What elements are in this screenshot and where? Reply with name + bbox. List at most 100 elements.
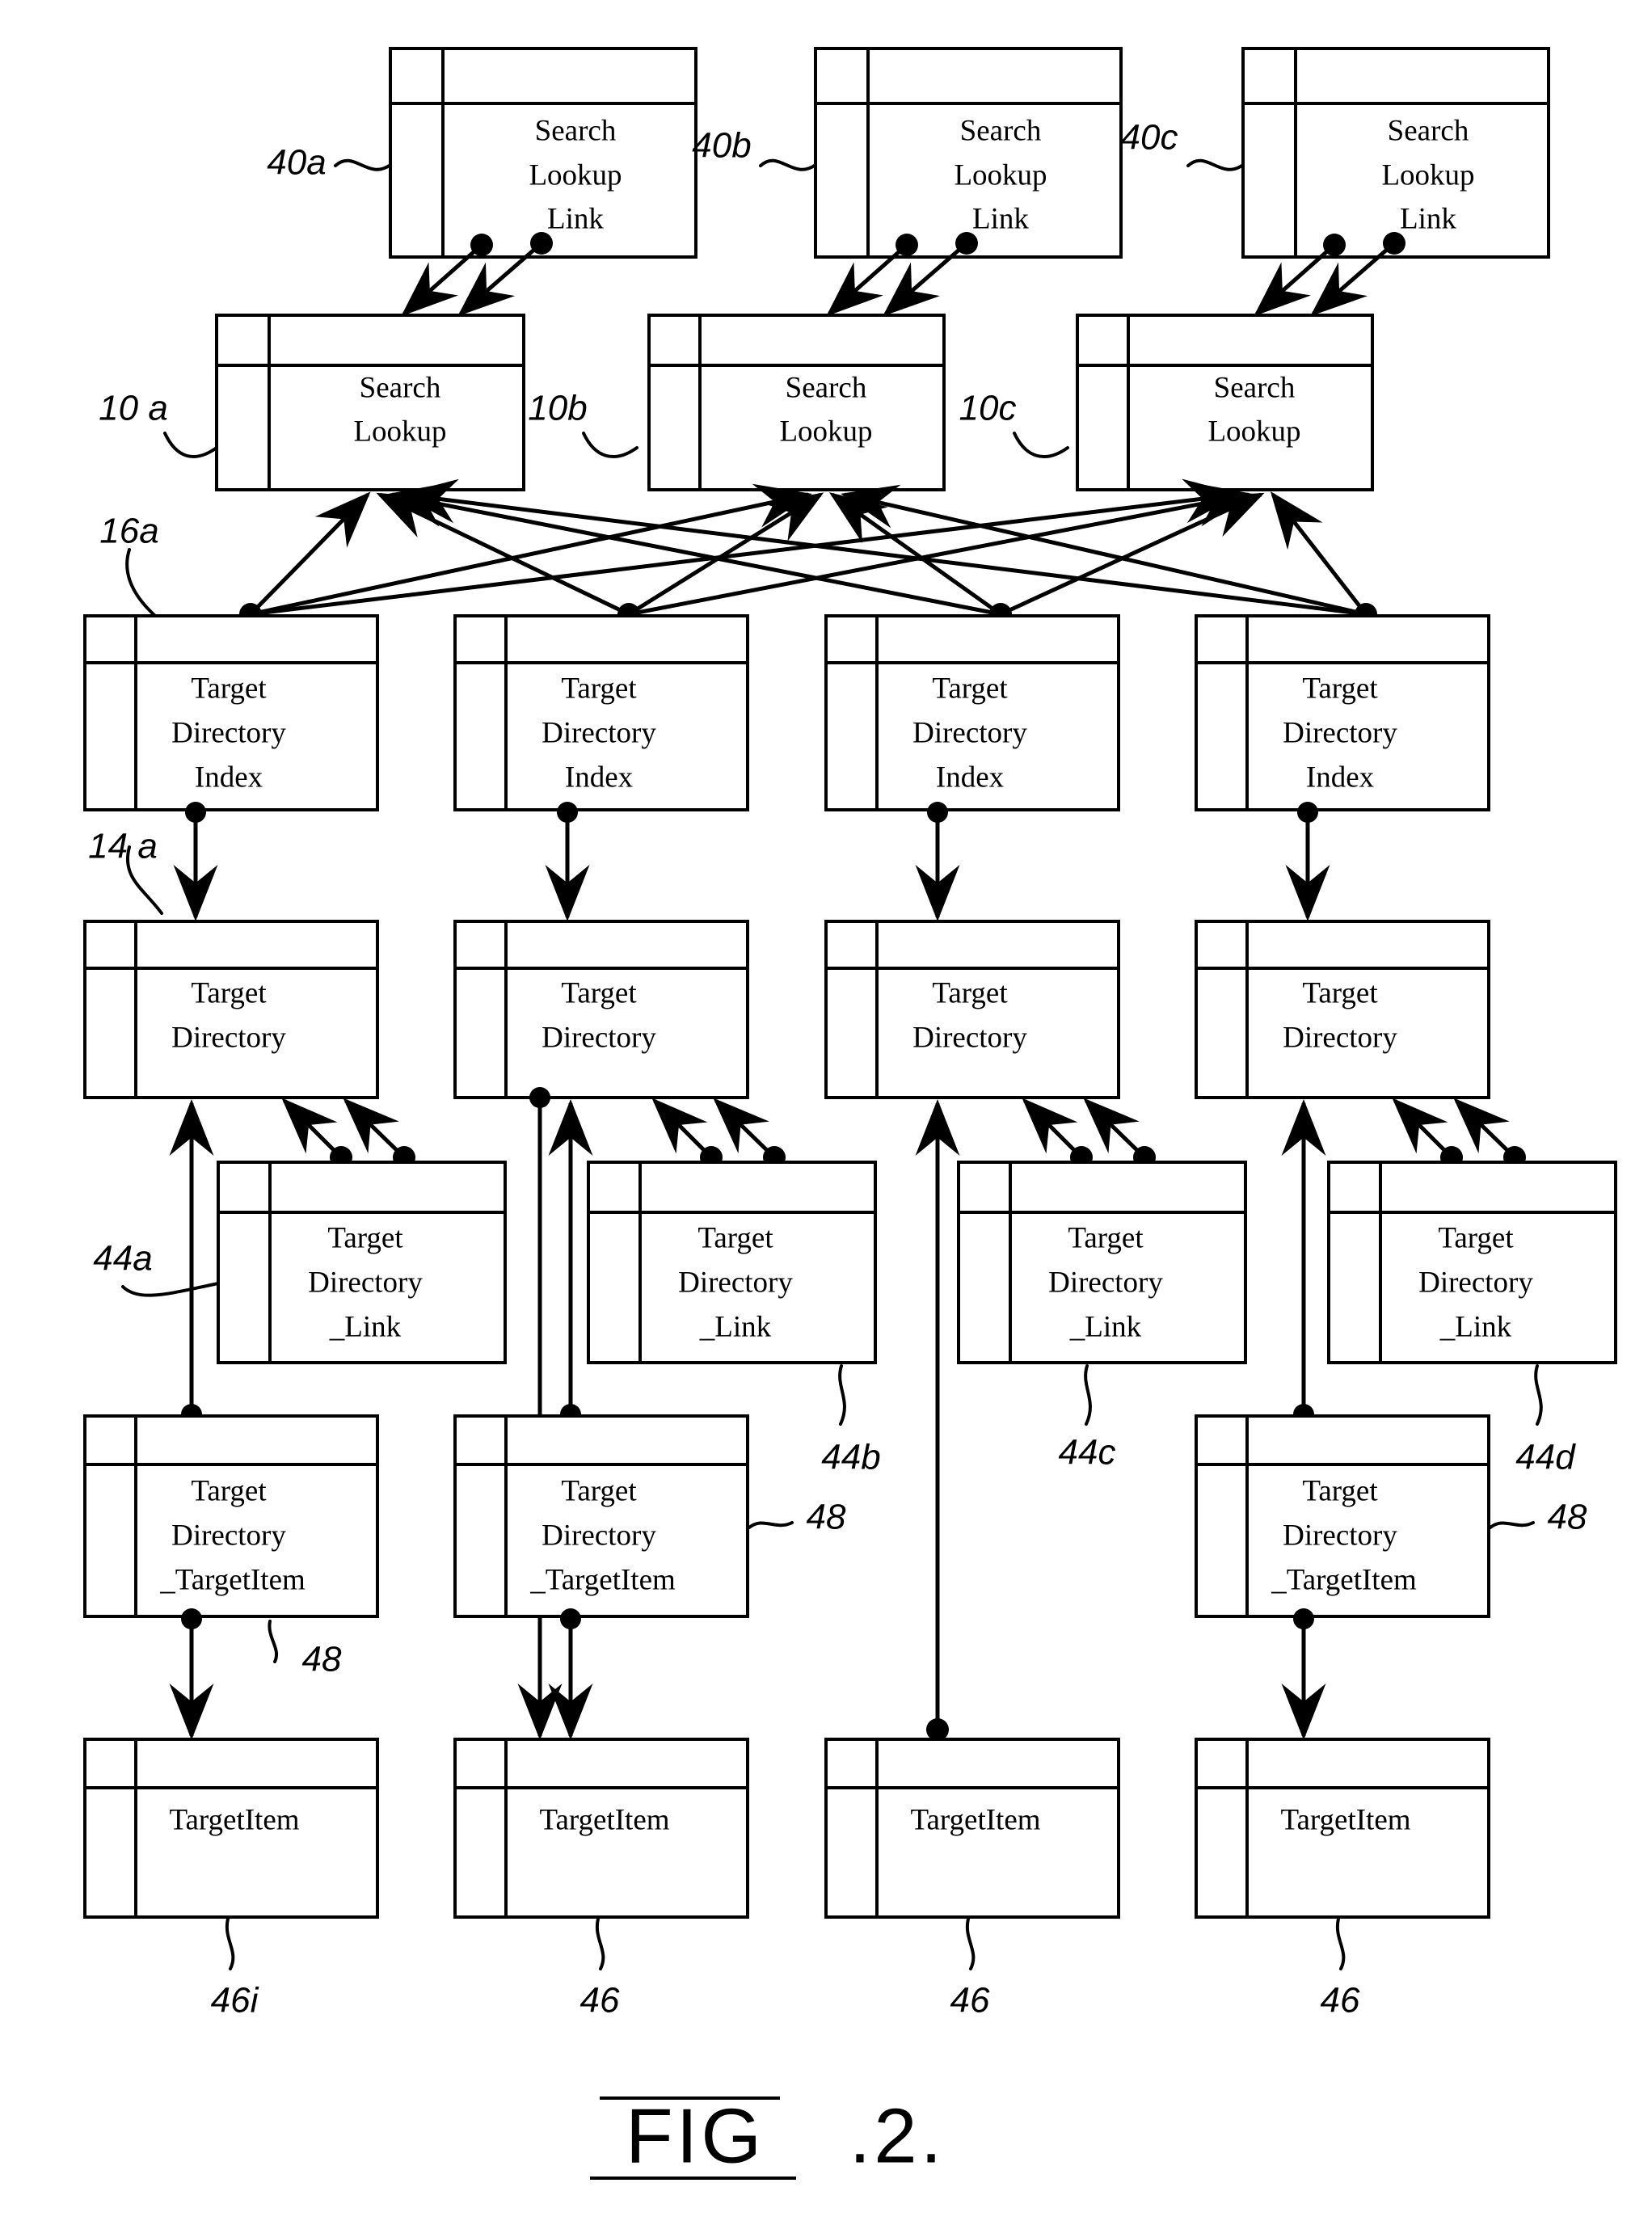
ref-label: 48 <box>1548 1498 1587 1537</box>
box-label-line2: Directory <box>542 1519 656 1552</box>
ref-10a: 10 a <box>99 389 218 458</box>
box-label-line1: Target <box>191 1474 267 1507</box>
box-target-directory-3: Target Directory <box>824 920 1120 1099</box>
box-target-directory-targetitem-4: Target Directory _TargetItem <box>1195 1414 1490 1618</box>
box-label-line1: Search <box>960 114 1042 147</box>
box-label-line1: Target <box>191 976 267 1009</box>
link-targetitem-3-to-td-3 <box>915 1099 960 1741</box>
box-label-line1: Search <box>360 371 441 404</box>
box-label-line2: Directory <box>678 1266 793 1299</box>
box-targetitem-3: TargetItem <box>824 1738 1120 1919</box>
box-label-line2: Directory <box>171 1519 286 1552</box>
box-target-directory-index-2: Target Directory Index <box>453 614 749 811</box>
box-label-line3: _TargetItem <box>529 1563 676 1596</box>
box-target-directory-1: Target Directory <box>83 920 379 1099</box>
link-tdti-4-to-targetitem-4 <box>1281 1608 1326 1740</box>
box-label-line2: Directory <box>1283 1519 1397 1552</box>
figure-canvas: Search Lookup Link Search Lookup Link Se… <box>83 47 1617 2180</box>
box-label-line3: Link <box>547 202 604 235</box>
box-label-line1: TargetItem <box>1280 1803 1410 1836</box>
ref-label: 44b <box>821 1438 880 1477</box>
box-label-line1: Target <box>1302 672 1378 705</box>
ref-10b: 10b <box>528 389 638 458</box>
link-tdti-1-to-td-1 <box>169 1099 214 1425</box>
box-label-line2: Directory <box>308 1266 423 1299</box>
link-tdti-2-to-td-2 <box>548 1099 593 1425</box>
box-search-lookup-b: Search Lookup <box>647 314 946 491</box>
ref-48-col4: 48 <box>1489 1498 1587 1537</box>
link-tdl-1-to-td-1 <box>281 1098 415 1169</box>
box-label-line1: Search <box>786 371 867 404</box>
box-label-line3: _TargetItem <box>1271 1563 1417 1596</box>
box-target-directory-2: Target Directory <box>453 920 749 1099</box>
link-tdl-2-to-td-2 <box>651 1098 786 1169</box>
box-label-line3: _Link <box>1439 1310 1512 1343</box>
box-label-line1: Target <box>932 976 1008 1009</box>
link-td-2-to-targetitem-2 <box>517 1087 563 1740</box>
box-target-directory-link-3: Target Directory _Link <box>957 1161 1247 1364</box>
box-search-lookup-c: Search Lookup <box>1076 314 1374 491</box>
box-label-line1: Target <box>697 1221 773 1254</box>
box-label-line1: Target <box>1068 1221 1144 1254</box>
ref-46-col3: 46 <box>950 1917 990 2021</box>
ref-44c: 44c <box>1059 1364 1115 1473</box>
ref-label: 10c <box>959 389 1017 428</box>
ref-46-col2: 46 <box>580 1917 620 2021</box>
ref-label: 48 <box>807 1498 846 1537</box>
box-label-line1: Target <box>561 1474 637 1507</box>
box-label-line1: Target <box>1302 976 1378 1009</box>
box-targetitem-2: TargetItem <box>453 1738 749 1919</box>
link-tdti-2-to-targetitem-2 <box>548 1608 593 1740</box>
ref-label: 14 a <box>88 827 158 866</box>
ref-label: 16a <box>99 512 158 551</box>
box-label-line3: Index <box>1306 761 1375 794</box>
box-label-line2: Lookup <box>1207 415 1300 448</box>
box-label-line2: Directory <box>912 1021 1027 1054</box>
box-label-line2: Directory <box>542 716 656 749</box>
box-label-line2: Lookup <box>529 158 622 192</box>
ref-40b: 40b <box>692 126 817 171</box>
box-label-line3: Index <box>936 761 1005 794</box>
ref-label: 10 a <box>99 389 168 428</box>
box-label-line2: Directory <box>542 1021 656 1054</box>
link-tdl-3-to-td-3 <box>1022 1098 1156 1169</box>
box-targetitem-1: TargetItem <box>83 1738 379 1919</box>
box-label-line3: Link <box>1400 202 1456 235</box>
box-target-directory-index-3: Target Directory Index <box>824 614 1120 811</box>
ref-14a: 14 a <box>88 827 163 915</box>
ref-48-col2: 48 <box>748 1498 846 1537</box>
box-target-directory-link-2: Target Directory _Link <box>587 1161 877 1364</box>
box-label-line1: Search <box>1214 371 1296 404</box>
box-target-directory-targetitem-2: Target Directory _TargetItem <box>453 1414 749 1618</box>
box-target-directory-link-4: Target Directory _Link <box>1327 1161 1617 1364</box>
box-target-directory-4: Target Directory <box>1195 920 1490 1099</box>
ref-label: 46 <box>950 1981 990 2021</box>
box-targetitem-4: TargetItem <box>1195 1738 1490 1919</box>
box-label-line1: TargetItem <box>539 1803 669 1836</box>
box-label-line3: Index <box>565 761 634 794</box>
figure-caption: FIG .2. <box>590 2092 942 2180</box>
ref-label: 40a <box>267 143 326 183</box>
box-target-directory-link-1: Target Directory _Link <box>217 1161 507 1364</box>
box-label-line1: Search <box>1388 114 1469 147</box>
box-label-line2: Lookup <box>779 415 872 448</box>
ref-46i: 46i <box>211 1917 259 2021</box>
box-search-lookup-link-a: Search Lookup Link <box>389 47 697 259</box>
ref-label: 48 <box>302 1640 342 1679</box>
figure-caption-main: FIG <box>626 2092 765 2179</box>
box-target-directory-index-4: Target Directory Index <box>1195 614 1490 811</box>
box-target-directory-index-1: Target Directory Index <box>83 614 379 811</box>
ref-label: 46 <box>1321 1981 1360 2021</box>
link-tdi-to-sl-crossings <box>239 478 1377 626</box>
box-label-line1: Target <box>561 976 637 1009</box>
box-label-line3: _TargetItem <box>159 1563 306 1596</box>
ref-label: 44d <box>1515 1438 1576 1477</box>
box-label-line2: Directory <box>1048 1266 1163 1299</box>
box-label-line1: Target <box>191 672 267 705</box>
box-label-line3: Index <box>195 761 263 794</box>
box-search-lookup-link-c: Search Lookup Link <box>1241 47 1550 259</box>
ref-label: 40c <box>1121 118 1178 158</box>
patent-figure-sheet: Search Lookup Link Search Lookup Link Se… <box>0 0 1652 2225</box>
ref-label: 46i <box>211 1981 259 2021</box>
ref-16a: 16a <box>99 512 159 617</box>
